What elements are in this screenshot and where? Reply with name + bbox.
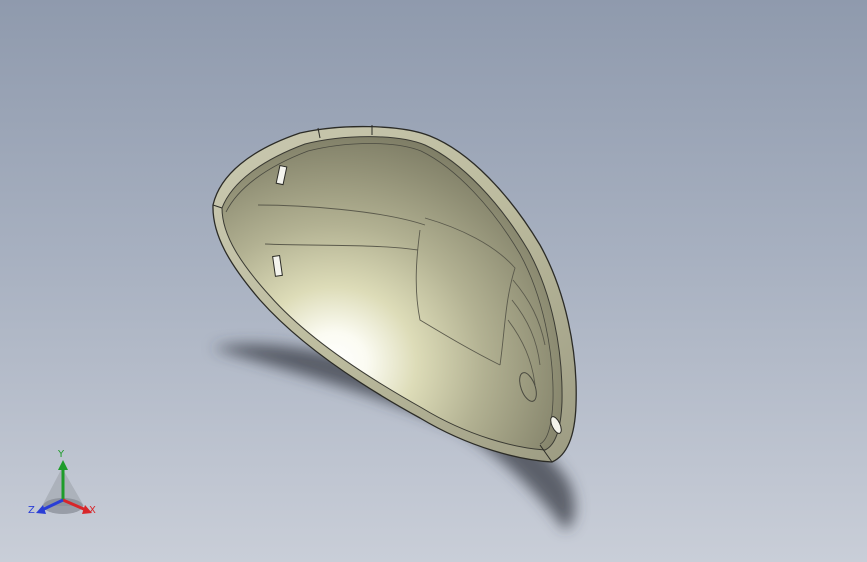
- triad-y-label: Y: [58, 449, 65, 460]
- graphics-viewport[interactable]: Y X Z: [0, 0, 867, 562]
- view-orientation-triad[interactable]: Y X Z: [22, 448, 106, 524]
- triad-z-label: Z: [28, 505, 35, 516]
- model-scene[interactable]: [0, 0, 867, 562]
- triad-x-label: X: [89, 505, 96, 516]
